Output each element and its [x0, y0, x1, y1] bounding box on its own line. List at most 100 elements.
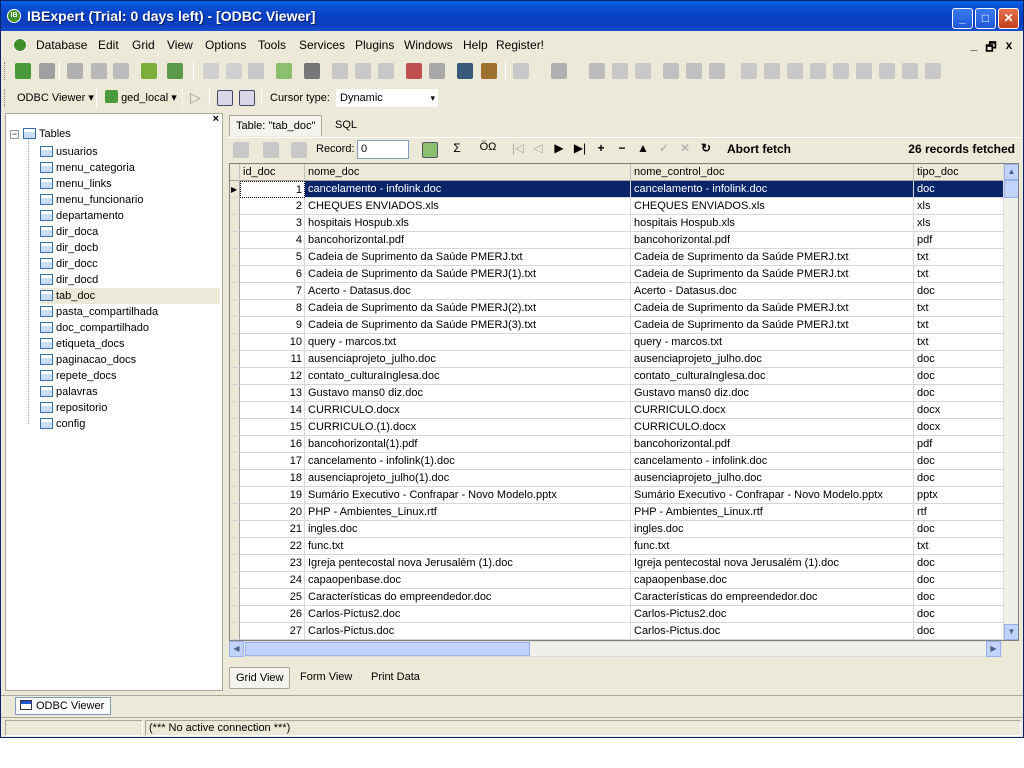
cell-tipo-doc[interactable]: txt	[914, 334, 1005, 351]
cell-nome-control-doc[interactable]: Carlos-Pictus2.doc	[631, 606, 914, 623]
cell-nome-control-doc[interactable]: PHP - Ambientes_Linux.rtf	[631, 504, 914, 521]
cell-id-doc[interactable]: 9	[240, 317, 305, 334]
insert-record-icon[interactable]: +	[593, 141, 609, 155]
tree-item-dir-doca[interactable]: dir_doca	[40, 224, 220, 240]
procedure-icon[interactable]	[810, 63, 826, 79]
cell-nome-control-doc[interactable]: cancelamento - infolink.doc	[631, 181, 914, 198]
menu-tools[interactable]: Tools	[258, 38, 286, 52]
table-row[interactable]: 23 Igreja pentecostal nova Jerusalém (1).…	[230, 555, 1005, 572]
row-indicator[interactable]	[230, 232, 240, 249]
copy-icon[interactable]	[612, 63, 628, 79]
cell-nome-doc[interactable]: Igreja pentecostal nova Jerusalém (1).do…	[305, 555, 631, 572]
menu-services[interactable]: Services	[299, 38, 345, 52]
save-icon[interactable]	[551, 63, 567, 79]
cell-id-doc[interactable]: 27	[240, 623, 305, 640]
tab-grid-view[interactable]: Grid View	[229, 667, 291, 689]
maximize-button[interactable]: □	[975, 8, 996, 29]
cell-nome-control-doc[interactable]: func.txt	[631, 538, 914, 555]
cell-nome-control-doc[interactable]: bancohorizontal.pdf	[631, 436, 914, 453]
paste-icon[interactable]	[635, 63, 651, 79]
row-indicator[interactable]	[230, 249, 240, 266]
row-indicator[interactable]	[230, 351, 240, 368]
export-icon[interactable]	[355, 63, 371, 79]
role-icon[interactable]	[925, 63, 941, 79]
cell-nome-doc[interactable]: query - marcos.txt	[305, 334, 631, 351]
cell-tipo-doc[interactable]: txt	[914, 249, 1005, 266]
refresh-icon[interactable]	[276, 63, 292, 79]
cancel-edit-icon[interactable]: ✕	[677, 141, 693, 155]
cell-nome-control-doc[interactable]: ausenciaprojeto_julho.doc	[631, 351, 914, 368]
cell-tipo-doc[interactable]: pptx	[914, 487, 1005, 504]
table-row[interactable]: 14 CURRICULO.docx CURRICULO.docx docx	[230, 402, 1005, 419]
cell-nome-doc[interactable]: Acerto - Datasus.doc	[305, 283, 631, 300]
cell-tipo-doc[interactable]: doc	[914, 606, 1005, 623]
cell-nome-doc[interactable]: Sumário Executivo - Confrapar - Novo Mod…	[305, 487, 631, 504]
tree-item-repositorio[interactable]: repositorio	[40, 400, 220, 416]
cell-id-doc[interactable]: 8	[240, 300, 305, 317]
unregister-database-icon[interactable]	[39, 63, 55, 79]
cell-nome-doc[interactable]: bancohorizontal.pdf	[305, 232, 631, 249]
row-indicator[interactable]	[230, 589, 240, 606]
trigger-icon[interactable]	[833, 63, 849, 79]
cell-nome-doc[interactable]: CURRICULO.(1).docx	[305, 419, 631, 436]
row-indicator[interactable]	[230, 487, 240, 504]
cell-nome-doc[interactable]: cancelamento - infolink(1).doc	[305, 453, 631, 470]
cell-id-doc[interactable]: 4	[240, 232, 305, 249]
tab-sql[interactable]: SQL	[329, 115, 363, 136]
cell-tipo-doc[interactable]: xls	[914, 198, 1005, 215]
cell-tipo-doc[interactable]: xls	[914, 215, 1005, 232]
cell-tipo-doc[interactable]: doc	[914, 623, 1005, 640]
cell-nome-doc[interactable]: ingles.doc	[305, 521, 631, 538]
cell-nome-doc[interactable]: Características do empreendedor.doc	[305, 589, 631, 606]
menu-help[interactable]: Help	[463, 38, 488, 52]
cell-nome-doc[interactable]: ausenciaprojeto_julho.doc	[305, 351, 631, 368]
cell-tipo-doc[interactable]: doc	[914, 521, 1005, 538]
script-executive-icon[interactable]	[304, 63, 320, 79]
table-row[interactable]: 11 ausenciaprojeto_julho.doc ausenciaproje…	[230, 351, 1005, 368]
horizontal-scroll-thumb[interactable]	[245, 642, 530, 656]
toolbar-grip[interactable]	[4, 62, 7, 80]
cell-tipo-doc[interactable]: txt	[914, 300, 1005, 317]
tree-item-tab-doc[interactable]: tab_doc	[40, 288, 220, 304]
window-button-odbc-viewer[interactable]: ODBC Viewer	[15, 697, 112, 715]
tree-item-palavras[interactable]: palavras	[40, 384, 220, 400]
collapse-icon[interactable]: −	[10, 130, 19, 139]
minimize-button[interactable]: _	[952, 8, 973, 29]
disconnect-icon[interactable]	[91, 63, 107, 79]
cell-nome-doc[interactable]: capaopenbase.doc	[305, 572, 631, 589]
cell-tipo-doc[interactable]: txt	[914, 317, 1005, 334]
print-preview-icon[interactable]	[332, 63, 348, 79]
cell-nome-doc[interactable]: bancohorizontal(1).pdf	[305, 436, 631, 453]
tree-item-menu-links[interactable]: menu_links	[40, 176, 220, 192]
column-header-nome-doc[interactable]: nome_doc	[305, 164, 631, 181]
rollback-icon[interactable]	[239, 90, 255, 106]
table-row[interactable]: 6 Cadeia de Suprimento da Saúde PMERJ(1).…	[230, 266, 1005, 283]
cell-id-doc[interactable]: 13	[240, 385, 305, 402]
row-indicator[interactable]	[230, 504, 240, 521]
tree-item-config[interactable]: config	[40, 416, 220, 432]
cell-nome-control-doc[interactable]: Gustavo mans0 diz.doc	[631, 385, 914, 402]
connect-icon[interactable]	[67, 63, 83, 79]
app-menu-icon[interactable]	[13, 38, 27, 52]
cell-tipo-doc[interactable]: doc	[914, 385, 1005, 402]
character-map-icon[interactable]: ÖΩ	[477, 141, 499, 153]
delete-record-icon[interactable]: −	[614, 141, 630, 155]
database-explorer-icon[interactable]	[167, 63, 183, 79]
row-indicator[interactable]	[230, 266, 240, 283]
cell-nome-control-doc[interactable]: contato_culturaInglesa.doc	[631, 368, 914, 385]
open-folder-icon[interactable]	[513, 63, 529, 79]
cell-nome-control-doc[interactable]: cancelamento - infolink.doc	[631, 453, 914, 470]
cut-icon[interactable]	[589, 63, 605, 79]
current-row-indicator-icon[interactable]: ▶	[230, 181, 240, 198]
table-row[interactable]: ▶ 1 cancelamento - infolink.doc cancelament…	[230, 181, 1005, 198]
tree-item-paginacao-docs[interactable]: paginacao_docs	[40, 352, 220, 368]
cell-nome-control-doc[interactable]: CURRICULO.docx	[631, 402, 914, 419]
table-row[interactable]: 26 Carlos-Pictus2.doc Carlos-Pictus2.doc do…	[230, 606, 1005, 623]
cell-nome-doc[interactable]: ausenciaprojeto_julho(1).doc	[305, 470, 631, 487]
grid-options-icon[interactable]	[422, 142, 438, 158]
row-indicator[interactable]	[230, 385, 240, 402]
table-row[interactable]: 15 CURRICULO.(1).docx CURRICULO.docx docx	[230, 419, 1005, 436]
mdi-close-button[interactable]: x	[1002, 38, 1016, 52]
cell-tipo-doc[interactable]: pdf	[914, 232, 1005, 249]
udf-icon[interactable]	[902, 63, 918, 79]
